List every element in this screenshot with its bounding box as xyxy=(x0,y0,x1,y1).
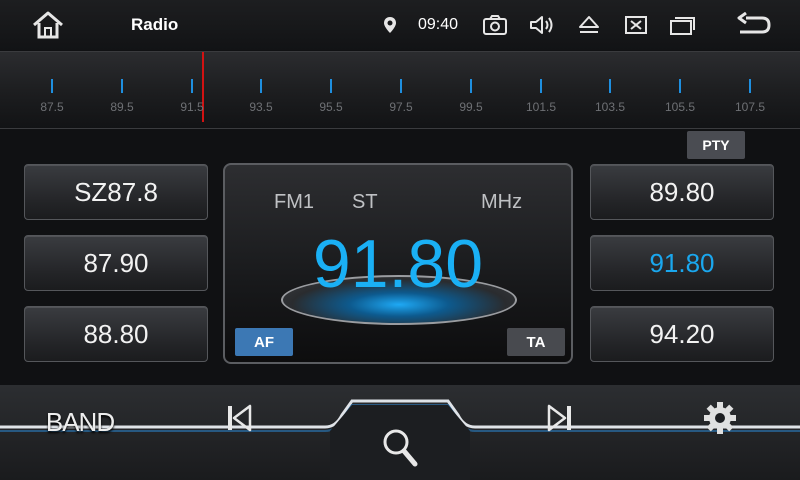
volume-icon[interactable] xyxy=(527,0,557,50)
preset-button-4[interactable]: 89.80 xyxy=(590,164,774,220)
scale-label: 89.5 xyxy=(110,100,134,114)
back-icon[interactable] xyxy=(734,0,774,50)
skip-previous-icon[interactable] xyxy=(222,400,256,436)
skip-next-icon[interactable] xyxy=(543,400,577,436)
scale-label: 87.5 xyxy=(40,100,64,114)
scale-label: 91.5 xyxy=(180,100,204,114)
unit-label: MHz xyxy=(481,191,523,213)
current-frequency: 91.80 xyxy=(312,226,484,302)
scale-tick xyxy=(191,79,193,93)
eject-icon[interactable] xyxy=(575,0,603,50)
search-icon[interactable] xyxy=(380,426,420,470)
preset-button-2[interactable]: 87.90 xyxy=(24,235,208,291)
scale-tick xyxy=(749,79,751,93)
scale-label: 101.5 xyxy=(525,100,557,114)
camera-icon[interactable] xyxy=(481,0,509,50)
scale-label: 103.5 xyxy=(594,100,626,114)
scale-tick xyxy=(330,79,332,93)
frequency-scale[interactable]: 87.5 89.5 91.5 93.5 95.5 97.5 99.5 101.5 103.5 10… xyxy=(0,51,800,129)
scale-tick xyxy=(679,79,681,93)
close-box-icon[interactable] xyxy=(622,0,650,50)
scale-label: 99.5 xyxy=(459,100,483,114)
app-title: Radio xyxy=(131,15,179,34)
preset-button-5[interactable]: 91.80 xyxy=(590,235,774,291)
band-button[interactable]: BAND xyxy=(30,400,130,444)
preset-button-3[interactable]: 88.80 xyxy=(24,306,208,362)
clock: 09:40 xyxy=(418,16,459,33)
scale-tick xyxy=(540,79,542,93)
home-icon[interactable] xyxy=(28,0,68,50)
windows-icon[interactable] xyxy=(668,0,698,50)
scale-tick xyxy=(51,79,53,93)
ta-button[interactable]: TA xyxy=(507,328,565,356)
band-indicator: FM1 xyxy=(274,191,314,213)
scale-tick xyxy=(121,79,123,93)
status-bar: Radio 09:40 xyxy=(0,0,800,50)
scale-tick xyxy=(400,79,402,93)
scale-label: 95.5 xyxy=(319,100,343,114)
gear-icon[interactable] xyxy=(701,399,739,437)
preset-button-1[interactable]: SZ87.8 xyxy=(24,164,208,220)
stereo-indicator: ST xyxy=(352,191,378,213)
scale-tick xyxy=(470,79,472,93)
scale-label: 97.5 xyxy=(389,100,413,114)
scale-label: 105.5 xyxy=(664,100,696,114)
scale-label: 107.5 xyxy=(734,100,766,114)
scale-tick xyxy=(609,79,611,93)
location-pin-icon xyxy=(380,0,400,50)
scale-tick xyxy=(260,79,262,93)
pty-button[interactable]: PTY xyxy=(687,131,745,159)
af-button[interactable]: AF xyxy=(235,328,293,356)
scale-label: 93.5 xyxy=(249,100,273,114)
preset-button-6[interactable]: 94.20 xyxy=(590,306,774,362)
frequency-display: FM1 ST MHz 91.80 AF TA xyxy=(223,163,573,364)
